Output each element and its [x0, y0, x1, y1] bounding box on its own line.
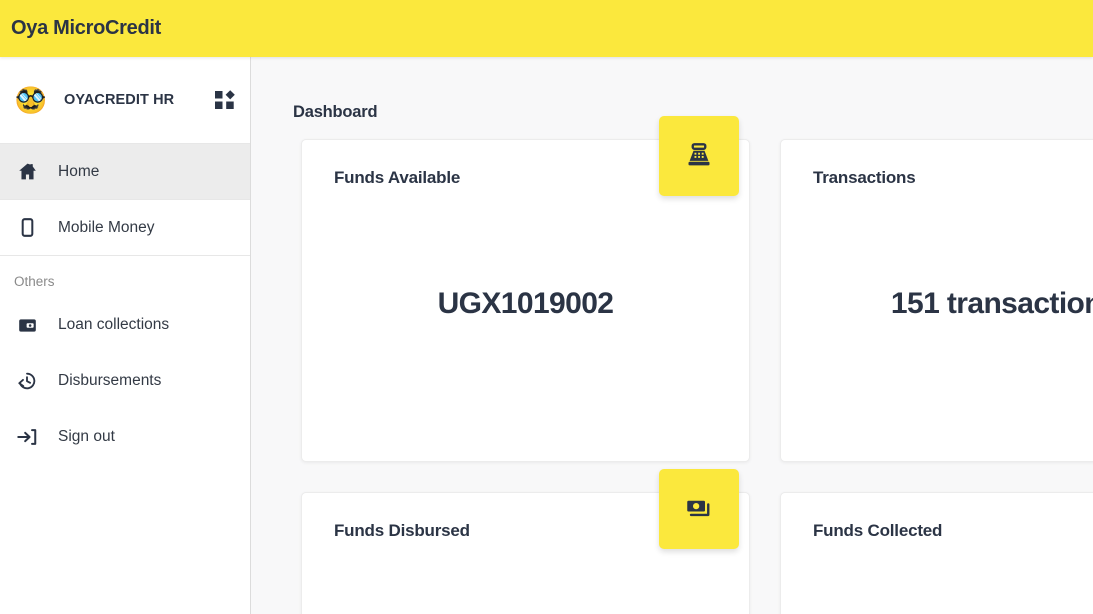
card-transactions[interactable]: Transactions 151 transactions	[780, 139, 1093, 462]
sidebar-item-loan-collections[interactable]: Loan collections	[0, 297, 250, 353]
card-funds-available-title: Funds Available	[334, 168, 461, 187]
cash-register-icon	[659, 116, 739, 196]
app-header-bar: Oya MicroCredit	[0, 0, 1093, 57]
sidebar-item-mobile-money[interactable]: Mobile Money	[0, 200, 250, 256]
sidebar-brand-name: OYACREDIT HR	[64, 92, 175, 108]
sidebar-item-disbursements[interactable]: Disbursements	[0, 353, 250, 409]
sidebar-item-sign-out[interactable]: Sign out	[0, 409, 250, 465]
sidebar-item-mobile-money-label: Mobile Money	[58, 218, 155, 236]
sidebar-item-disbursements-label: Disbursements	[58, 372, 162, 389]
dashboard-card-row-1: Funds Available UGX1019002 Transactions …	[301, 116, 1093, 462]
sidebar-brand[interactable]: 🥸 OYACREDIT HR	[0, 57, 250, 143]
card-transactions-value: 151 transactions	[890, 287, 1093, 320]
sign-out-icon	[14, 424, 40, 450]
wallet-icon	[14, 312, 40, 338]
smartphone-icon	[14, 215, 40, 241]
card-funds-collected-title: Funds Collected	[813, 521, 943, 540]
dashboard-card-grid: Funds Available UGX1019002 Transactions …	[301, 116, 1093, 614]
sidebar-primary-nav: Home Mobile Money	[0, 143, 250, 256]
sidebar-item-home[interactable]: Home	[0, 144, 250, 200]
history-clock-icon	[14, 368, 40, 394]
dashboard-card-row-2: Funds Disbursed Funds Collected	[301, 469, 1093, 614]
sidebar-item-home-label: Home	[58, 162, 100, 180]
dashboard-grid-icon[interactable]	[214, 89, 236, 111]
sidebar-secondary-nav: Loan collections Disbursements Sign out	[0, 297, 250, 465]
sidebar-section-others: Others	[14, 274, 55, 289]
card-funds-disbursed-title: Funds Disbursed	[334, 521, 470, 540]
sidebar-item-loan-collections-label: Loan collections	[58, 316, 170, 333]
page-title: Dashboard	[293, 103, 378, 121]
card-funds-collected[interactable]: Funds Collected	[780, 492, 1093, 614]
home-icon	[14, 159, 40, 185]
card-funds-available-value: UGX1019002	[437, 287, 614, 320]
disguise-face-icon: 🥸	[14, 85, 48, 115]
banknotes-icon	[659, 469, 739, 549]
app-title: Oya MicroCredit	[11, 17, 161, 39]
main-content: Dashboard Funds Available UGX1019002 Tra…	[251, 57, 1093, 614]
card-transactions-title: Transactions	[813, 168, 916, 187]
sidebar: 🥸 OYACREDIT HR Home Mobile Money Others …	[0, 57, 251, 614]
sidebar-item-sign-out-label: Sign out	[58, 428, 115, 445]
card-funds-available[interactable]: Funds Available UGX1019002	[301, 116, 750, 462]
card-funds-disbursed[interactable]: Funds Disbursed	[301, 469, 750, 614]
